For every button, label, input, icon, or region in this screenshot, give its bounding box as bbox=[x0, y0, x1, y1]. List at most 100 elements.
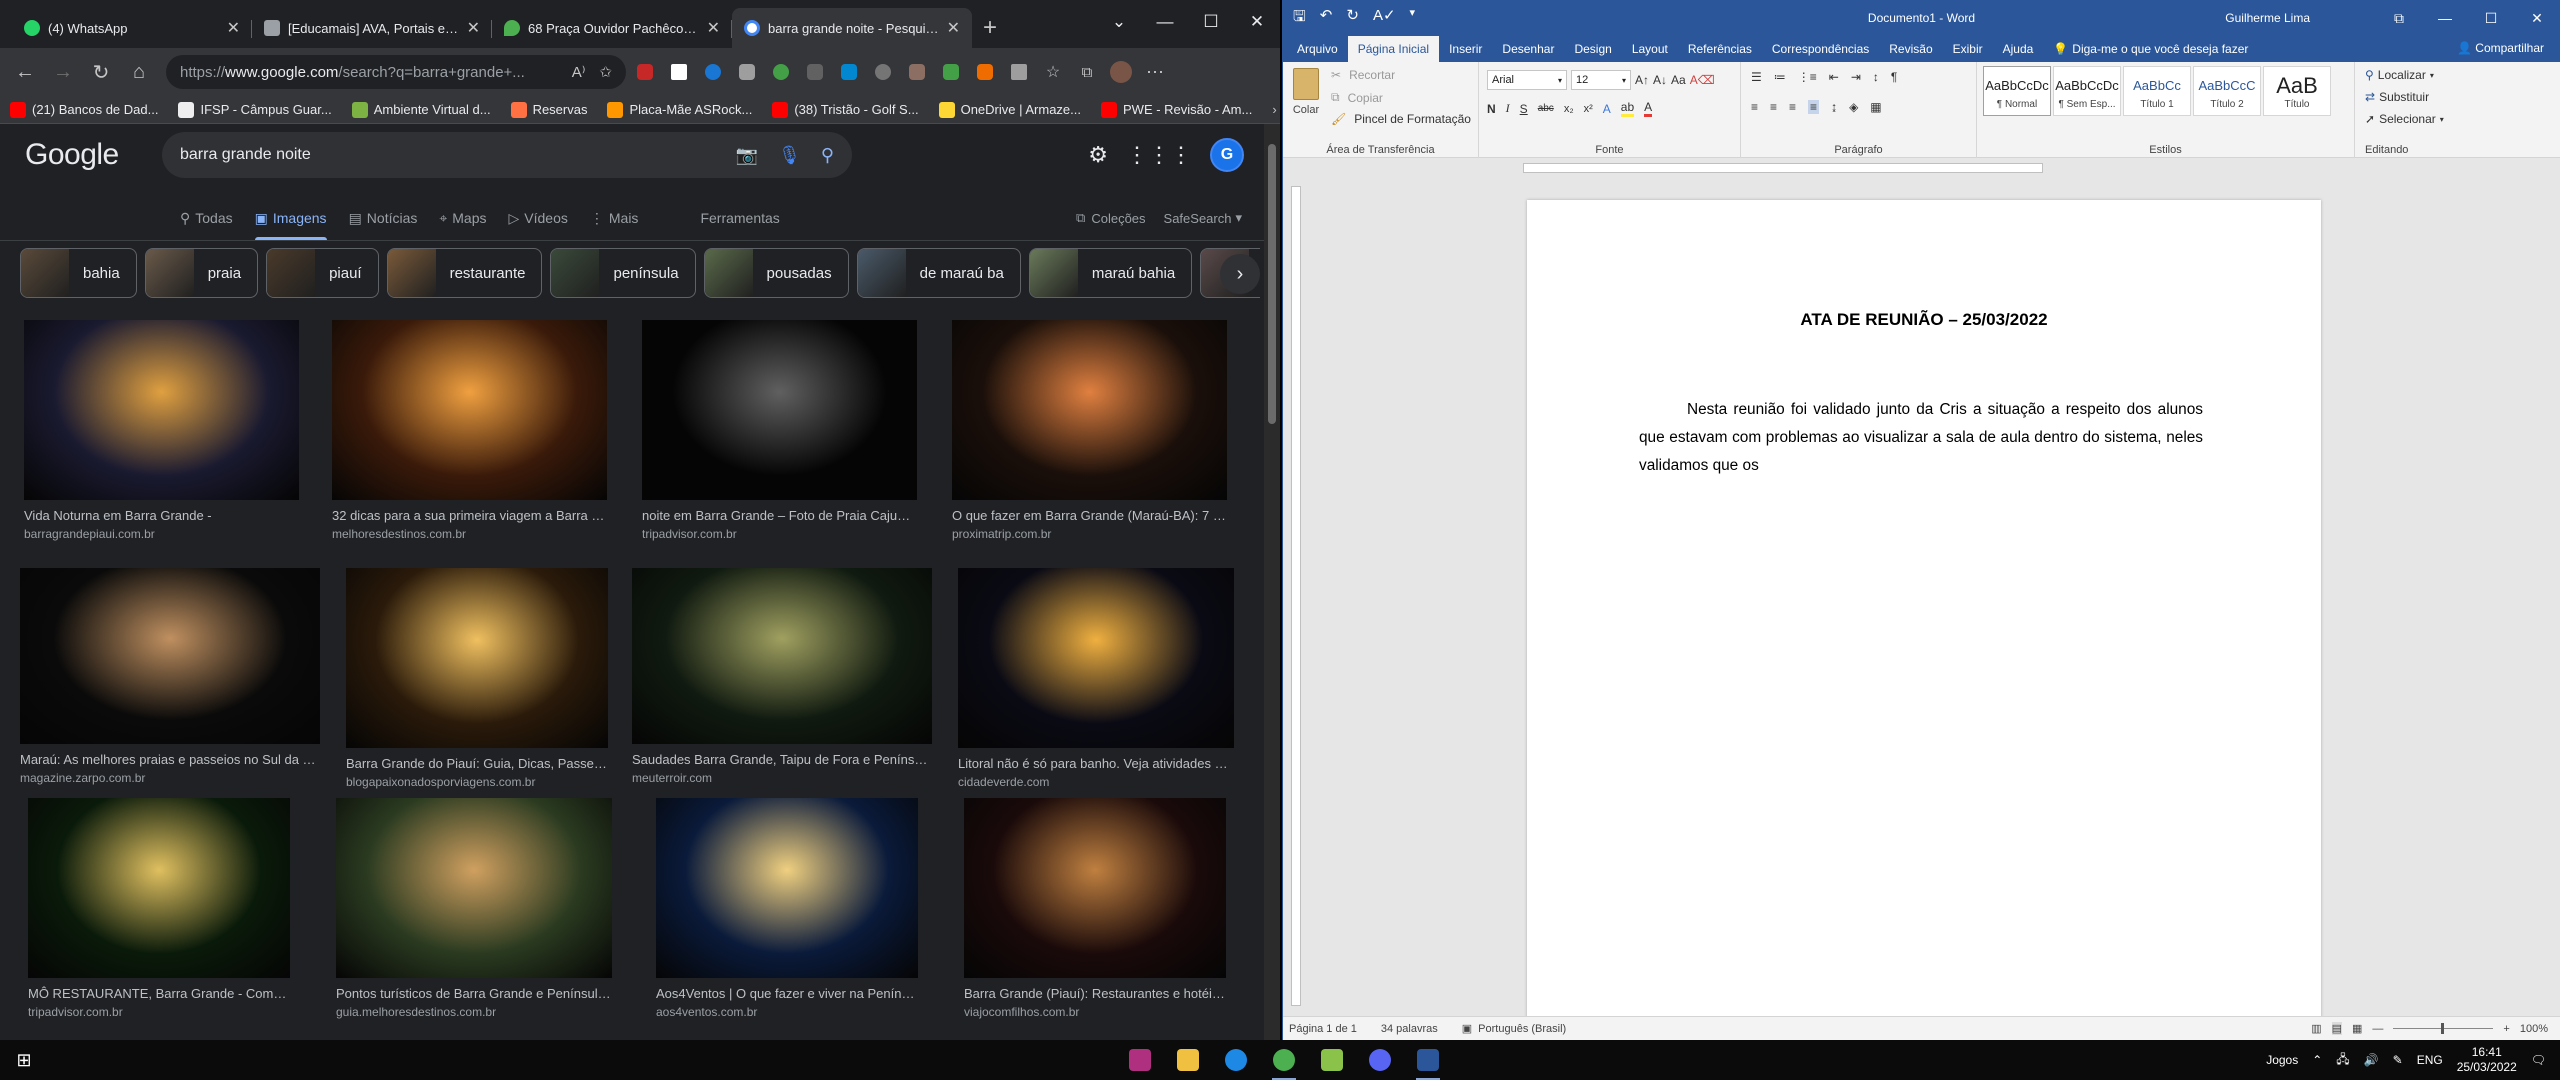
page-count[interactable]: Página 1 de 1 bbox=[1289, 1023, 1357, 1035]
app-icon-taskbar-button[interactable] bbox=[1116, 1040, 1164, 1080]
result-source[interactable]: magazine.zarpo.com.br bbox=[20, 771, 320, 785]
collections-icon[interactable]: ⧉ bbox=[1072, 57, 1102, 87]
result-thumbnail[interactable] bbox=[20, 568, 320, 744]
extension-icon[interactable] bbox=[630, 57, 660, 87]
result-source[interactable]: barragrandepiaui.com.br bbox=[24, 527, 299, 541]
font-color-icon[interactable]: A bbox=[1644, 100, 1653, 117]
extension-icon[interactable] bbox=[800, 57, 830, 87]
decrease-indent-icon[interactable]: ⇤ bbox=[1829, 70, 1839, 84]
pen-icon[interactable]: ✎ bbox=[2393, 1053, 2403, 1067]
result-caption[interactable]: O que fazer em Barra Grande (Maraú-BA): … bbox=[952, 508, 1227, 523]
result-source[interactable]: viajocomfilhos.com.br bbox=[964, 1005, 1226, 1019]
result-caption[interactable]: Vida Noturna em Barra Grande - bbox=[24, 508, 299, 523]
language-indicator[interactable]: ▣ Português (Brasil) bbox=[1462, 1022, 1566, 1036]
close-icon[interactable]: ✕ bbox=[947, 18, 960, 38]
bookmark-item[interactable]: Reservas bbox=[510, 101, 587, 118]
zoom-slider-thumb[interactable] bbox=[2441, 1023, 2445, 1034]
discord-taskbar-button[interactable] bbox=[1356, 1040, 1404, 1080]
extension-icon[interactable] bbox=[698, 57, 728, 87]
select-button[interactable]: ➚ Selecionar ▾ bbox=[2365, 112, 2444, 126]
tab-educamais[interactable]: [Educamais] AVA, Portais e Adm... ✕ bbox=[252, 8, 492, 48]
ribbon-tab[interactable]: Correspondências bbox=[1762, 36, 1879, 62]
profile-icon[interactable] bbox=[1106, 57, 1136, 87]
ribbon-display-icon[interactable]: ⧉ bbox=[2376, 0, 2422, 36]
maximize-button[interactable]: ☐ bbox=[1188, 0, 1234, 44]
tools-button[interactable]: Ferramentas bbox=[700, 210, 779, 226]
web-layout-icon[interactable]: ▦ bbox=[2352, 1022, 2362, 1035]
extension-icon[interactable] bbox=[834, 57, 864, 87]
result-caption[interactable]: 32 dicas para a sua primeira viagem a Ba… bbox=[332, 508, 607, 523]
reload-button[interactable]: ↻ bbox=[84, 55, 118, 89]
result-thumbnail[interactable] bbox=[28, 798, 290, 978]
result-source[interactable]: tripadvisor.com.br bbox=[28, 1005, 290, 1019]
style-item[interactable]: AaBbCc Título 1 bbox=[2123, 66, 2191, 116]
pilcrow-icon[interactable]: ¶ bbox=[1891, 70, 1897, 84]
image-result[interactable]: 32 dicas para a sua primeira viagem a Ba… bbox=[332, 320, 607, 541]
image-result[interactable]: Vida Noturna em Barra Grande - barragrand… bbox=[24, 320, 299, 541]
print-layout-icon[interactable]: ▤ bbox=[2331, 1022, 2343, 1035]
camera-icon[interactable]: 📷 bbox=[736, 145, 758, 166]
document-page[interactable]: ATA DE REUNIÃO – 25/03/2022 Nesta reuniã… bbox=[1527, 200, 2321, 1030]
replace-button[interactable]: ⇄ Substituir bbox=[2365, 90, 2429, 104]
text-effects-icon[interactable]: A bbox=[1603, 102, 1611, 116]
paste-button[interactable]: Colar bbox=[1289, 68, 1323, 116]
result-thumbnail[interactable] bbox=[952, 320, 1227, 500]
read-mode-icon[interactable]: ▥ bbox=[2311, 1022, 2321, 1035]
bookmark-item[interactable]: Placa-Mãe ASRock... bbox=[607, 101, 752, 118]
image-result[interactable]: O que fazer em Barra Grande (Maraú-BA): … bbox=[952, 320, 1227, 541]
favorites-icon[interactable]: ☆ bbox=[1038, 57, 1068, 87]
zoom-out-button[interactable]: — bbox=[2372, 1023, 2383, 1035]
extension-icon[interactable] bbox=[970, 57, 1000, 87]
result-thumbnail[interactable] bbox=[656, 798, 918, 978]
result-caption[interactable]: Barra Grande (Piauí): Restaurantes e hot… bbox=[964, 986, 1226, 1001]
scrollbar-thumb[interactable] bbox=[1268, 144, 1276, 424]
ribbon-tab[interactable]: Arquivo bbox=[1287, 36, 1348, 62]
settings-gear-icon[interactable]: ⚙ bbox=[1088, 142, 1108, 168]
superscript-icon[interactable]: x² bbox=[1584, 103, 1593, 115]
extension-icon[interactable] bbox=[902, 57, 932, 87]
result-caption[interactable]: Barra Grande do Piauí: Guia, Dicas, Pass… bbox=[346, 756, 608, 771]
sort-icon[interactable]: ↕ bbox=[1873, 70, 1879, 84]
address-bar[interactable]: https://www.google.com/search?q=barra+gr… bbox=[166, 55, 626, 89]
network-icon[interactable]: 🖧 bbox=[2336, 1050, 2349, 1071]
image-result[interactable]: Barra Grande do Piauí: Guia, Dicas, Pass… bbox=[346, 568, 608, 789]
ribbon-tab[interactable]: Desenhar bbox=[1492, 36, 1564, 62]
bookmark-item[interactable]: IFSP - Câmpus Guar... bbox=[178, 101, 332, 118]
chevron-up-icon[interactable]: ⌃ bbox=[2312, 1053, 2322, 1067]
puzzle-icon[interactable] bbox=[1004, 57, 1034, 87]
word-taskbar-button[interactable] bbox=[1404, 1040, 1452, 1080]
tab-google-search[interactable]: barra grande noite - Pesquisa Go... ✕ bbox=[732, 8, 972, 48]
result-source[interactable]: melhoresdestinos.com.br bbox=[332, 527, 607, 541]
chrome-taskbar-button[interactable] bbox=[1260, 1040, 1308, 1080]
tell-me-box[interactable]: 💡 Diga-me o que você deseja fazer bbox=[2043, 36, 2258, 62]
image-result[interactable]: Litoral não é só para banho. Veja ativid… bbox=[958, 568, 1234, 789]
home-button[interactable]: ⌂ bbox=[122, 55, 156, 89]
image-result[interactable]: Aos4Ventos | O que fazer e viver na Pení… bbox=[656, 798, 918, 1019]
avatar[interactable]: G bbox=[1210, 138, 1244, 172]
bookmark-item[interactable]: OneDrive | Armaze... bbox=[938, 101, 1081, 118]
customize-icon[interactable]: ▾ bbox=[1410, 6, 1416, 31]
ribbon-tab[interactable]: Referências bbox=[1678, 36, 1762, 62]
collections-button[interactable]: ⧉ Coleções bbox=[1076, 210, 1146, 226]
image-result[interactable]: Barra Grande (Piauí): Restaurantes e hot… bbox=[964, 798, 1226, 1019]
numbering-icon[interactable]: ≔ bbox=[1774, 70, 1786, 84]
zoom-in-button[interactable]: + bbox=[2503, 1023, 2509, 1035]
shading-icon[interactable]: ◈ bbox=[1849, 100, 1858, 114]
spelling-icon[interactable]: A✓ bbox=[1373, 6, 1396, 31]
ribbon-tab[interactable]: Exibir bbox=[1943, 36, 1993, 62]
word-count[interactable]: 34 palavras bbox=[1381, 1023, 1438, 1035]
increase-indent-icon[interactable]: ⇥ bbox=[1851, 70, 1861, 84]
result-caption[interactable]: Litoral não é só para banho. Veja ativid… bbox=[958, 756, 1234, 771]
style-item[interactable]: AaBbCcDc ¶ Sem Esp... bbox=[2053, 66, 2121, 116]
share-button[interactable]: 👤 Compartilhar bbox=[2457, 41, 2544, 55]
search-box[interactable]: barra grande noite 📷 🎙 ⚲ bbox=[162, 132, 852, 178]
close-button[interactable]: ✕ bbox=[2514, 0, 2560, 36]
extension-icon[interactable] bbox=[664, 57, 694, 87]
result-caption[interactable]: Saudades Barra Grande, Taipu de Fora e P… bbox=[632, 752, 932, 767]
search-input[interactable]: barra grande noite bbox=[180, 146, 716, 164]
scrollbar[interactable] bbox=[2544, 160, 2560, 1016]
chevron-right-icon[interactable]: › bbox=[1220, 254, 1260, 294]
line-spacing-icon[interactable]: ↨ bbox=[1831, 100, 1837, 114]
zoom-level[interactable]: 100% bbox=[2520, 1023, 2548, 1035]
image-result[interactable]: noite em Barra Grande – Foto de Praia Ca… bbox=[642, 320, 917, 541]
